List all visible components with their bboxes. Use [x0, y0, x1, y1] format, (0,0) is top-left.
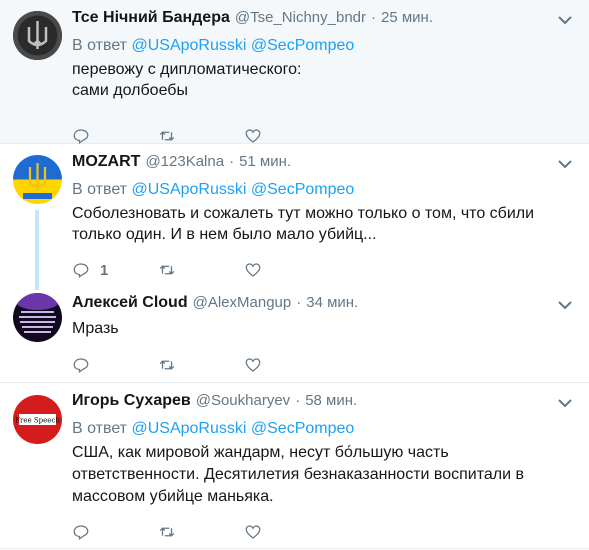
chevron-down-icon[interactable]: [557, 14, 573, 26]
author-name[interactable]: Алексей Cloud: [72, 293, 188, 313]
thread-line: [35, 210, 39, 290]
timestamp[interactable]: 34 мин.: [306, 293, 358, 313]
dark-trident-avatar-icon: [13, 11, 62, 60]
author-handle[interactable]: @AlexMangup: [193, 293, 292, 313]
retweet-button[interactable]: [158, 127, 244, 145]
tweet[interactable]: Тсе Нічний Бандера @Tse_Nichny_bndr · 25…: [0, 0, 589, 144]
reply-button[interactable]: [72, 127, 158, 145]
free-speech-label: Free Speech: [15, 417, 60, 425]
separator-dot: ·: [371, 9, 377, 26]
reply-icon: [73, 263, 89, 278]
tweet[interactable]: Алексей Cloud @AlexMangup · 34 мин. Мраз…: [0, 285, 589, 383]
mention-link[interactable]: @SecPompeo: [251, 181, 354, 198]
mention-link[interactable]: @USApoRusski: [131, 37, 246, 54]
tweet-header: Игорь Сухарев @Soukharyev · 58 мин.: [72, 391, 577, 411]
author-handle[interactable]: @Tse_Nichny_bndr: [235, 8, 366, 28]
reply-prefix: В ответ: [72, 181, 128, 198]
mention-link[interactable]: @USApoRusski: [131, 181, 246, 198]
tweet-text: перевожу с дипломатического: сами долбое…: [72, 61, 302, 99]
reply-context: В ответ @USApoRusski @SecPompeo: [72, 180, 577, 200]
mention-link[interactable]: @USApoRusski: [131, 420, 246, 437]
reply-count: 1: [100, 261, 109, 279]
separator-dot: ·: [229, 153, 235, 170]
author-handle[interactable]: @Soukharyev: [196, 391, 290, 411]
tweet-text: Мразь: [72, 320, 119, 337]
timestamp[interactable]: 51 мин.: [239, 152, 291, 172]
like-button[interactable]: [244, 523, 330, 541]
retweet-icon: [159, 360, 175, 370]
tweet-header: Тсе Нічний Бандера @Tse_Nichny_bndr · 25…: [72, 8, 577, 28]
chevron-down-icon[interactable]: [557, 158, 573, 170]
retweet-button[interactable]: [158, 523, 244, 541]
reply-button[interactable]: [72, 356, 158, 374]
avatar[interactable]: Free Speech: [13, 395, 62, 444]
like-icon: [245, 358, 261, 372]
reply-icon: [73, 129, 89, 144]
purple-text-avatar-icon: [13, 293, 62, 342]
like-button[interactable]: [244, 127, 330, 145]
reply-context: В ответ @USApoRusski @SecPompeo: [72, 419, 577, 439]
chevron-down-icon[interactable]: [557, 397, 573, 409]
reply-button[interactable]: [72, 523, 158, 541]
author-name[interactable]: Тсе Нічний Бандера: [72, 8, 230, 28]
tweet-actions: 1: [72, 252, 577, 288]
reply-icon: [73, 525, 89, 540]
tweet-header: Алексей Cloud @AlexMangup · 34 мин.: [72, 293, 577, 313]
reply-icon: [73, 358, 89, 373]
tweet-actions: [72, 514, 577, 550]
retweet-button[interactable]: [158, 356, 244, 374]
retweet-icon: [159, 265, 175, 275]
avatar[interactable]: [13, 293, 62, 342]
retweet-button[interactable]: [158, 261, 244, 279]
separator-dot: ·: [296, 294, 302, 311]
tweet[interactable]: Free Speech Игорь Сухарев @Soukharyev · …: [0, 383, 589, 549]
ukraine-flag-trident-avatar-icon: [13, 155, 62, 204]
reply-button[interactable]: 1: [72, 261, 158, 279]
tweet-text: Соболезновать и сожалеть тут можно тольк…: [72, 205, 535, 243]
like-icon: [245, 525, 261, 539]
free-speech-avatar-icon: Free Speech: [13, 395, 62, 444]
tweet-header: MOZART @123Kalna · 51 мин.: [72, 152, 577, 172]
avatar[interactable]: [13, 11, 62, 60]
like-button[interactable]: [244, 261, 330, 279]
retweet-icon: [159, 131, 175, 141]
reply-prefix: В ответ: [72, 37, 128, 54]
author-name[interactable]: MOZART: [72, 152, 140, 172]
chevron-down-icon[interactable]: [557, 299, 573, 311]
timestamp[interactable]: 58 мин.: [305, 391, 357, 411]
avatar[interactable]: [13, 155, 62, 204]
timestamp[interactable]: 25 мин.: [381, 8, 433, 28]
reply-prefix: В ответ: [72, 420, 128, 437]
like-button[interactable]: [244, 356, 330, 374]
separator-dot: ·: [295, 392, 301, 409]
author-name[interactable]: Игорь Сухарев: [72, 391, 191, 411]
tweet-text: США, как мировой жандарм, несут бо́льшую…: [72, 444, 524, 505]
author-handle[interactable]: @123Kalna: [145, 152, 224, 172]
retweet-icon: [159, 527, 175, 537]
mention-link[interactable]: @SecPompeo: [251, 420, 354, 437]
like-icon: [245, 129, 261, 143]
mention-link[interactable]: @SecPompeo: [251, 37, 354, 54]
like-icon: [245, 263, 261, 277]
tweet-actions: [72, 347, 577, 383]
reply-context: В ответ @USApoRusski @SecPompeo: [72, 36, 577, 56]
tweet[interactable]: MOZART @123Kalna · 51 мин. В ответ @USAp…: [0, 144, 589, 290]
